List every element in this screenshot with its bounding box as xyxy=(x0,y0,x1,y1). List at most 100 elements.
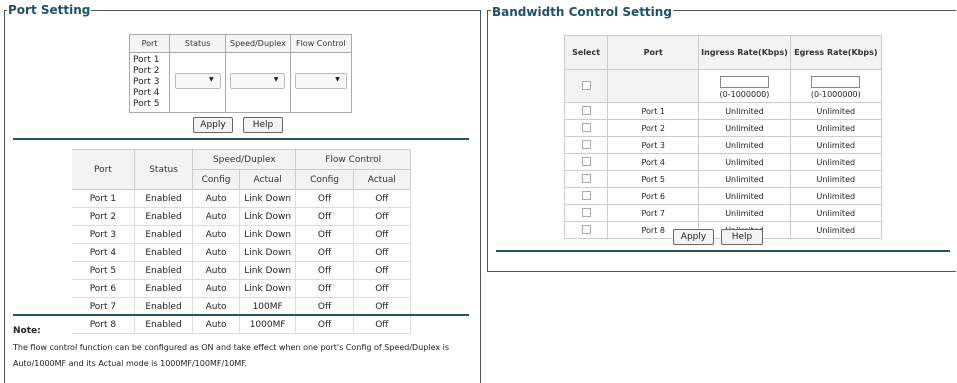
cell-flow-config: Off xyxy=(295,315,354,334)
cell-port: Port 2 xyxy=(607,119,700,137)
port-option[interactable]: Port 2 xyxy=(133,66,169,77)
port-option[interactable]: Port 1 xyxy=(133,55,169,66)
hdr-egress: Egress Rate(Kbps) xyxy=(789,35,883,70)
port-option[interactable]: Port 4 xyxy=(133,88,169,99)
ingress-range-hint: (0-1000000) xyxy=(719,89,770,99)
table-row: Port 8 Enabled Auto 1000MF Off Off xyxy=(72,315,412,334)
cell-ingress: Unlimited xyxy=(698,204,791,222)
cell-speed-config: Auto xyxy=(192,315,240,334)
cell-speed-actual: 100MF xyxy=(238,297,297,316)
hdr-flow-actual: Actual xyxy=(352,169,412,190)
cell-flow-actual: Off xyxy=(352,225,412,244)
cell-port: Port 6 xyxy=(607,187,700,205)
flow-control-select[interactable] xyxy=(294,73,347,89)
cell-port: Port 7 xyxy=(72,297,135,316)
divider xyxy=(496,250,950,252)
port-setting-title: Port Setting xyxy=(7,3,92,17)
cell-speed-actual: Link Down xyxy=(238,279,297,298)
col-flow-control: Flow Control xyxy=(289,34,353,53)
col-port: Port xyxy=(128,34,171,53)
table-row: Port 1 Enabled Auto Link Down Off Off xyxy=(72,189,412,208)
hdr-ingress: Ingress Rate(Kbps) xyxy=(698,35,791,70)
cell-flow-actual: Off xyxy=(352,243,412,262)
hdr-flow-config: Config xyxy=(295,169,354,190)
cell-speed-actual: 1000MF xyxy=(238,315,297,334)
bandwidth-apply-button[interactable]: Apply xyxy=(673,229,714,245)
port-status-table: Port Status Speed/Duplex Flow Control Co… xyxy=(72,149,412,334)
row-select-checkbox[interactable] xyxy=(581,207,591,217)
row-select-checkbox[interactable] xyxy=(581,173,591,183)
cell-flow-config: Off xyxy=(295,207,354,226)
cell-ingress: Unlimited xyxy=(698,170,791,188)
port-setting-help-button[interactable]: Help xyxy=(243,117,283,133)
cell-status: Enabled xyxy=(133,225,194,244)
cell-port: Port 7 xyxy=(607,204,700,222)
select-all-checkbox[interactable] xyxy=(581,80,591,90)
cell-port: Port 5 xyxy=(607,170,700,188)
ingress-rate-input[interactable] xyxy=(719,75,769,88)
cell-port: Port 1 xyxy=(607,102,700,120)
cell-status: Enabled xyxy=(133,315,194,334)
table-row: Port 3 Enabled Auto Link Down Off Off xyxy=(72,225,412,244)
hdr-status: Status xyxy=(133,149,194,190)
cell-status: Enabled xyxy=(133,279,194,298)
cell-speed-actual: Link Down xyxy=(238,243,297,262)
bandwidth-control-title: Bandwidth Control Setting xyxy=(491,5,673,19)
cell-ingress: Unlimited xyxy=(698,153,791,171)
cell-speed-actual: Link Down xyxy=(238,261,297,280)
cell-port: Port 1 xyxy=(72,189,135,208)
col-speed-duplex: Speed/Duplex xyxy=(225,34,291,53)
cell-port: Port 4 xyxy=(607,153,700,171)
table-row: Port 1 Unlimited Unlimited xyxy=(563,102,883,120)
cell-ingress: Unlimited xyxy=(698,102,791,120)
table-row: Port 2 Unlimited Unlimited xyxy=(563,119,883,137)
row-select-checkbox[interactable] xyxy=(581,190,591,200)
cell-status: Enabled xyxy=(133,297,194,316)
table-row: Port 7 Unlimited Unlimited xyxy=(563,204,883,222)
row-select-checkbox[interactable] xyxy=(581,122,591,132)
cell-port: Port 3 xyxy=(607,136,700,154)
cell-egress: Unlimited xyxy=(789,102,883,120)
bandwidth-help-button[interactable]: Help xyxy=(721,229,763,245)
cell-speed-config: Auto xyxy=(192,279,240,298)
egress-rate-input[interactable] xyxy=(811,75,861,88)
cell-egress: Unlimited xyxy=(789,136,883,154)
cell-speed-actual: Link Down xyxy=(238,189,297,208)
bandwidth-table: Select Port Ingress Rate(Kbps) Egress Ra… xyxy=(563,35,883,239)
row-select-checkbox[interactable] xyxy=(581,224,591,234)
cell-status: Enabled xyxy=(133,189,194,208)
divider xyxy=(13,138,469,140)
cell-speed-actual: Link Down xyxy=(238,225,297,244)
port-option[interactable]: Port 3 xyxy=(133,77,169,88)
hdr-speed-actual: Actual xyxy=(238,169,297,190)
speed-duplex-select[interactable] xyxy=(230,73,286,89)
row-select-checkbox[interactable] xyxy=(581,139,591,149)
table-row: Port 5 Enabled Auto Link Down Off Off xyxy=(72,261,412,280)
cell-speed-config: Auto xyxy=(192,189,240,208)
hdr-select: Select xyxy=(563,35,609,70)
note-text: The flow control function can be configu… xyxy=(13,343,450,368)
cell-status: Enabled xyxy=(133,261,194,280)
cell-flow-config: Off xyxy=(295,189,354,208)
cell-port: Port 8 xyxy=(72,315,135,334)
status-select[interactable] xyxy=(174,73,221,89)
port-setting-apply-button[interactable]: Apply xyxy=(193,117,233,133)
row-select-checkbox[interactable] xyxy=(581,156,591,166)
port-option[interactable]: Port 5 xyxy=(133,99,169,110)
port-setting-form: Port Status Speed/Duplex Flow Control Po… xyxy=(128,34,353,113)
cell-egress: Unlimited xyxy=(789,119,883,137)
cell-port: Port 6 xyxy=(72,279,135,298)
row-select-checkbox[interactable] xyxy=(581,105,591,115)
cell-status: Enabled xyxy=(133,243,194,262)
cell-port: Port 5 xyxy=(72,261,135,280)
table-row: Port 2 Enabled Auto Link Down Off Off xyxy=(72,207,412,226)
egress-range-hint: (0-1000000) xyxy=(810,89,861,99)
cell-ingress: Unlimited xyxy=(698,136,791,154)
cell-status: Enabled xyxy=(133,207,194,226)
cell-egress: Unlimited xyxy=(789,204,883,222)
cell-speed-config: Auto xyxy=(192,207,240,226)
cell-ingress: Unlimited xyxy=(698,187,791,205)
table-row: Port 4 Enabled Auto Link Down Off Off xyxy=(72,243,412,262)
table-row: Port 4 Unlimited Unlimited xyxy=(563,153,883,171)
port-select-list[interactable]: Port 1 Port 2 Port 3 Port 4 Port 5 xyxy=(128,52,171,113)
